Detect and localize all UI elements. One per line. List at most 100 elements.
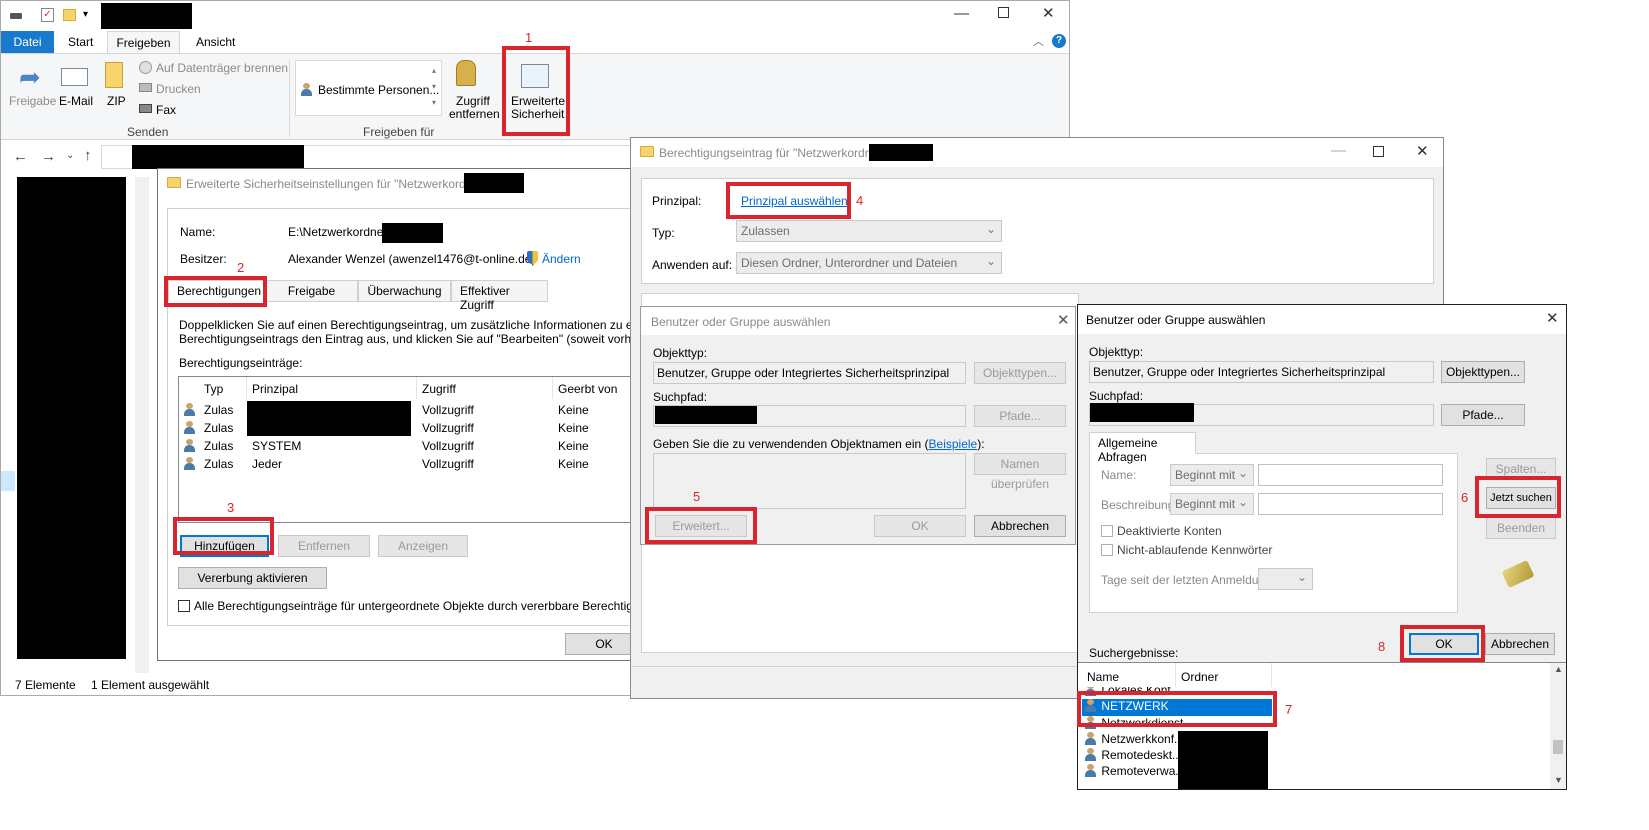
stop-button[interactable]: Beenden (1486, 517, 1556, 539)
days-label: Tage seit der letzten Anmeldung: (1101, 573, 1276, 587)
result-name: Netzwerkkonf... (1101, 732, 1185, 746)
info-line-1: Doppelklicken Sie auf einen Berechtigung… (179, 318, 632, 332)
share-with-gallery[interactable]: Bestimmte Personen... ▴ ▾ ▾ (295, 60, 442, 116)
name-match-select[interactable]: Beginnt mit (1170, 464, 1254, 486)
maximize-icon[interactable] (1373, 146, 1384, 157)
results-scrollbar[interactable]: ▲ ▼ (1550, 663, 1566, 789)
step-number: 3 (227, 500, 235, 515)
maximize-icon[interactable] (998, 7, 1009, 18)
people-icon (300, 83, 314, 97)
nonexpiring-passwords-checkbox[interactable] (1101, 544, 1113, 556)
print-button[interactable]: Drucken (156, 82, 201, 96)
burn-button[interactable]: Auf Datenträger brennen (156, 61, 288, 75)
tab-start[interactable]: Start (68, 35, 93, 49)
check-names-button[interactable]: Namen überprüfen (974, 453, 1066, 491)
view-button[interactable]: Anzeigen (378, 535, 468, 557)
list-item[interactable]: Netzwerkkonf... (1084, 732, 1184, 748)
scroll-thumb[interactable] (1553, 740, 1563, 754)
remove-access-label2[interactable]: entfernen (449, 107, 500, 121)
type-select[interactable]: Zulassen (736, 220, 1002, 242)
info-line-2: Berechtigungseintrags den Eintrag aus, u… (179, 332, 632, 346)
cancel-button[interactable]: Abbrechen (974, 515, 1066, 537)
qat-dropdown-icon[interactable]: ▾ (83, 9, 88, 20)
row-zugriff: Vollzugriff (422, 439, 474, 453)
tab-freigeben[interactable]: Freigeben (107, 31, 180, 54)
name-input[interactable] (1258, 464, 1443, 486)
scroll-up-icon[interactable]: ▲ (1554, 664, 1563, 674)
objtypes-button[interactable]: Objekttypen... (974, 362, 1066, 384)
tab-datei[interactable]: Datei (1, 31, 54, 53)
gallery-scroll-icon[interactable]: ▴ ▾ ▾ (432, 63, 436, 111)
close-icon[interactable]: ✕ (1057, 311, 1070, 329)
ok-button[interactable]: OK (874, 515, 966, 537)
col-geerbt[interactable]: Geerbt von (558, 382, 617, 396)
col-name[interactable]: Name (1087, 670, 1119, 684)
days-select[interactable] (1258, 568, 1313, 590)
remove-access-label1[interactable]: Zugriff (456, 94, 490, 108)
row-zugriff: Vollzugriff (422, 421, 474, 435)
apply-to-select[interactable]: Diesen Ordner, Unterordner und Dateien (736, 252, 1002, 274)
row-typ: Zulas (204, 403, 234, 417)
printer-icon (139, 83, 152, 92)
examples-link[interactable]: Beispiele (929, 437, 978, 451)
remove-button[interactable]: Entfernen (278, 535, 370, 557)
scroll-down-icon[interactable]: ▼ (1554, 775, 1563, 785)
zip-button[interactable]: ZIP (107, 94, 126, 108)
entries-label: Berechtigungseinträge: (179, 356, 303, 370)
table-row[interactable]: Zulas Jeder Vollzugriff Keine (183, 456, 633, 474)
tab-ansicht[interactable]: Ansicht (196, 35, 235, 49)
zip-icon (105, 62, 123, 88)
tab-freigabe[interactable]: Freigabe (265, 280, 358, 302)
row-geerbt: Keine (558, 403, 589, 417)
email-button[interactable]: E-Mail (59, 94, 93, 108)
minimize-icon[interactable]: — (954, 5, 969, 22)
paths-button[interactable]: Pfade... (974, 405, 1066, 427)
forward-icon[interactable]: → (41, 148, 56, 165)
redacted-adv-title (464, 173, 524, 193)
owner-value: Alexander Wenzel (awenzel1476@t-online.d… (288, 252, 536, 266)
close-icon[interactable]: ✕ (1042, 4, 1055, 22)
recent-dropdown-icon[interactable]: ⌄ (66, 150, 74, 161)
redacted-path (1090, 403, 1194, 422)
list-item[interactable]: Remotedeskt... (1084, 748, 1182, 764)
properties-icon[interactable]: ✓ (41, 8, 54, 22)
step-number: 1 (525, 30, 533, 45)
table-row[interactable]: Zulas SYSTEM Vollzugriff Keine (183, 438, 633, 456)
names-label: Geben Sie die zu verwendenden Objektname… (653, 437, 985, 451)
objtypes-button[interactable]: Objekttypen... (1441, 361, 1525, 383)
disabled-accounts-checkbox[interactable] (1101, 525, 1113, 537)
change-owner-link[interactable]: Ändern (542, 252, 581, 266)
up-icon[interactable]: ↑ (84, 147, 92, 164)
new-folder-icon[interactable] (63, 9, 76, 21)
col-ordner[interactable]: Ordner (1181, 670, 1218, 684)
close-icon[interactable]: ✕ (1546, 309, 1559, 327)
tab-allgemeine-abfragen[interactable]: Allgemeine Abfragen (1089, 432, 1196, 464)
group-senden: Senden (127, 125, 169, 139)
objtype-field: Benutzer, Gruppe oder Integriertes Siche… (1089, 361, 1434, 383)
collapse-ribbon-icon[interactable]: ︿ (1033, 33, 1044, 49)
nav-scrollbar[interactable] (135, 177, 149, 673)
replace-checkbox[interactable] (178, 600, 190, 612)
disabled-accounts-label: Deaktivierte Konten (1117, 524, 1222, 538)
permissions-list[interactable]: Typ Prinzipal Zugriff Geerbt von Zulas V… (178, 376, 640, 523)
list-item[interactable]: Remoteverwa... (1084, 764, 1185, 780)
description-input[interactable] (1258, 493, 1443, 515)
tab-effektiver-zugriff[interactable]: Effektiver Zugriff (451, 280, 548, 312)
enable-inheritance-button[interactable]: Vererbung aktivieren (178, 567, 327, 589)
tab-ueberwachung[interactable]: Überwachung (358, 280, 451, 302)
minimize-icon[interactable]: — (1331, 142, 1346, 159)
col-prinzipal[interactable]: Prinzipal (252, 382, 298, 396)
col-typ[interactable]: Typ (204, 382, 223, 396)
description-match-select[interactable]: Beginnt mit (1170, 493, 1254, 515)
results-label: Suchergebnisse: (1089, 646, 1179, 660)
cancel-button[interactable]: Abbrechen (1485, 633, 1555, 655)
paths-button[interactable]: Pfade... (1441, 404, 1525, 426)
help-icon[interactable]: ? (1052, 34, 1066, 48)
bestimmte-personen-item[interactable]: Bestimmte Personen... (318, 83, 439, 97)
back-icon[interactable]: ← (13, 148, 28, 165)
freigabe-button[interactable]: Freigabe (9, 94, 56, 108)
row-zugriff: Vollzugriff (422, 457, 474, 471)
fax-button[interactable]: Fax (156, 103, 176, 117)
close-icon[interactable]: ✕ (1416, 142, 1429, 160)
col-zugriff[interactable]: Zugriff (422, 382, 456, 396)
